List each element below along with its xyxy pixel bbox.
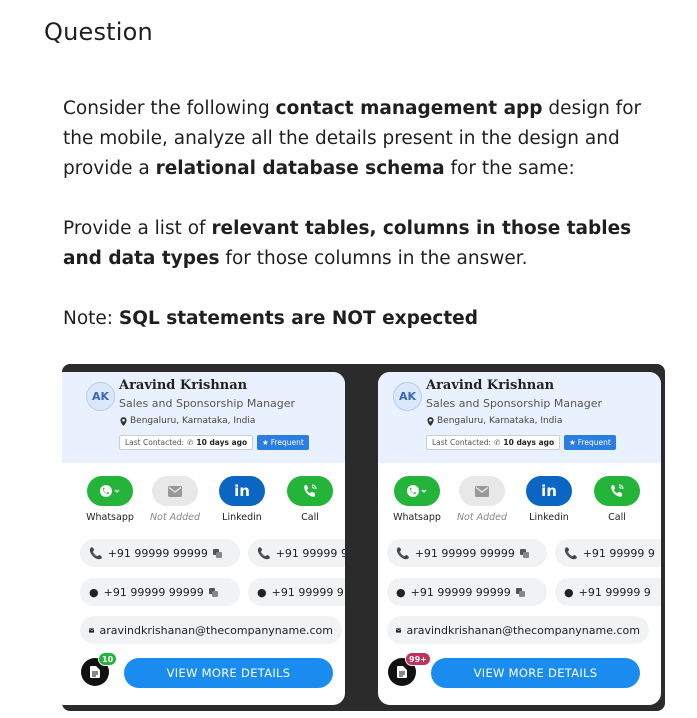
phone-icon: 📞 (396, 546, 410, 560)
whatsapp-small-icon: ● (564, 585, 574, 599)
question-paragraph-2: Provide a list of relevant tables, colum… (63, 218, 632, 269)
contact-card-2: AK Aravind Krishnan Sales and Sponsorshi… (378, 372, 661, 705)
contact-name: Aravind Krishnan (426, 378, 555, 393)
phone-icon: 📞 (257, 546, 271, 560)
view-more-details-button[interactable]: VIEW MORE DETAILS (124, 658, 333, 688)
linkedin-action[interactable]: in Linkedin (212, 476, 272, 523)
view-more-details-button[interactable]: VIEW MORE DETAILS (431, 658, 640, 688)
mail-icon (89, 627, 95, 633)
whatsapp-action[interactable]: Whatsapp (387, 476, 447, 523)
card-footer: 99+ VIEW MORE DETAILS (387, 652, 657, 690)
star-icon: ★ (262, 438, 269, 447)
contact-name: Aravind Krishnan (119, 378, 248, 393)
linkedin-icon: in (541, 482, 557, 500)
avatar: AK (86, 382, 115, 411)
phone-small-icon: ✆ (187, 438, 194, 447)
documents-count-badge: 99+ (405, 652, 431, 666)
frequent-badge: ★ Frequent (564, 435, 616, 450)
email-action-not-added[interactable]: Not Added (145, 476, 205, 523)
frequent-badge: ★ Frequent (257, 435, 309, 450)
whatsapp-small-icon: ● (89, 585, 99, 599)
copy-icon[interactable] (519, 548, 529, 558)
whatsapp-icon (100, 485, 120, 497)
card-footer: 10 VIEW MORE DETAILS (80, 652, 345, 690)
contact-card-1: AK Aravind Krishnan Sales and Sponsorshi… (62, 372, 345, 705)
contact-location: Bengaluru, Karnataka, India (120, 416, 255, 426)
last-contacted-tag: Last Contacted: ✆ 10 days ago (426, 435, 561, 450)
mail-icon (475, 485, 489, 497)
phone-small-icon: ✆ (494, 438, 501, 447)
phone-chip[interactable]: 📞 +91 99999 99999 (80, 539, 240, 567)
phone-chip[interactable]: 📞 +91 99999 99999 (387, 539, 547, 567)
phone-chip-secondary[interactable]: 📞 +91 99999 9 (248, 539, 345, 567)
phone-icon: 📞 (564, 546, 578, 560)
call-icon (611, 484, 624, 497)
documents-count-badge: 10 (98, 652, 118, 666)
whatsapp-small-icon: ● (257, 585, 267, 599)
whatsapp-action[interactable]: Whatsapp (80, 476, 140, 523)
phone-icon: 📞 (89, 546, 103, 560)
call-action[interactable]: Call (280, 476, 340, 523)
contact-role: Sales and Sponsorship Manager (119, 397, 296, 410)
mail-icon (396, 627, 402, 633)
contact-role: Sales and Sponsorship Manager (426, 397, 603, 410)
star-icon: ★ (569, 438, 576, 447)
question-heading: Question (44, 18, 153, 46)
quick-actions: Whatsapp Not Added in Linkedin Call (80, 476, 345, 526)
email-chip[interactable]: aravindkrishanan@thecompanyname.com (387, 616, 649, 644)
whatsapp-small-icon: ● (396, 585, 406, 599)
location-pin-icon (120, 416, 127, 426)
whatsapp-number-chip[interactable]: ● +91 99999 99999 (80, 578, 240, 606)
phone-chip-secondary[interactable]: 📞 +91 99999 9 (555, 539, 661, 567)
contact-location: Bengaluru, Karnataka, India (427, 416, 562, 426)
mail-icon (168, 485, 182, 497)
copy-icon[interactable] (208, 587, 218, 597)
email-action-not-added[interactable]: Not Added (452, 476, 512, 523)
email-chip[interactable]: aravindkrishanan@thecompanyname.com (80, 616, 342, 644)
linkedin-icon: in (234, 482, 250, 500)
quick-actions: Whatsapp Not Added in Linkedin Call (387, 476, 657, 526)
linkedin-action[interactable]: in Linkedin (519, 476, 579, 523)
location-pin-icon (427, 416, 434, 426)
design-screenshot: AK Aravind Krishnan Sales and Sponsorshi… (62, 364, 665, 711)
avatar: AK (393, 382, 422, 411)
call-icon (304, 484, 317, 497)
last-contacted-tag: Last Contacted: ✆ 10 days ago (119, 435, 254, 450)
document-icon (90, 666, 100, 678)
call-action[interactable]: Call (587, 476, 647, 523)
whatsapp-number-chip-secondary[interactable]: ● +91 99999 9 (555, 578, 661, 606)
whatsapp-number-chip[interactable]: ● +91 99999 99999 (387, 578, 547, 606)
question-note: Note: SQL statements are NOT expected (63, 308, 478, 329)
whatsapp-icon (407, 485, 427, 497)
whatsapp-number-chip-secondary[interactable]: ● +91 99999 9 (248, 578, 345, 606)
question-paragraph-1: Consider the following contact managemen… (63, 98, 642, 179)
document-icon (397, 666, 407, 678)
copy-icon[interactable] (515, 587, 525, 597)
copy-icon[interactable] (212, 548, 222, 558)
